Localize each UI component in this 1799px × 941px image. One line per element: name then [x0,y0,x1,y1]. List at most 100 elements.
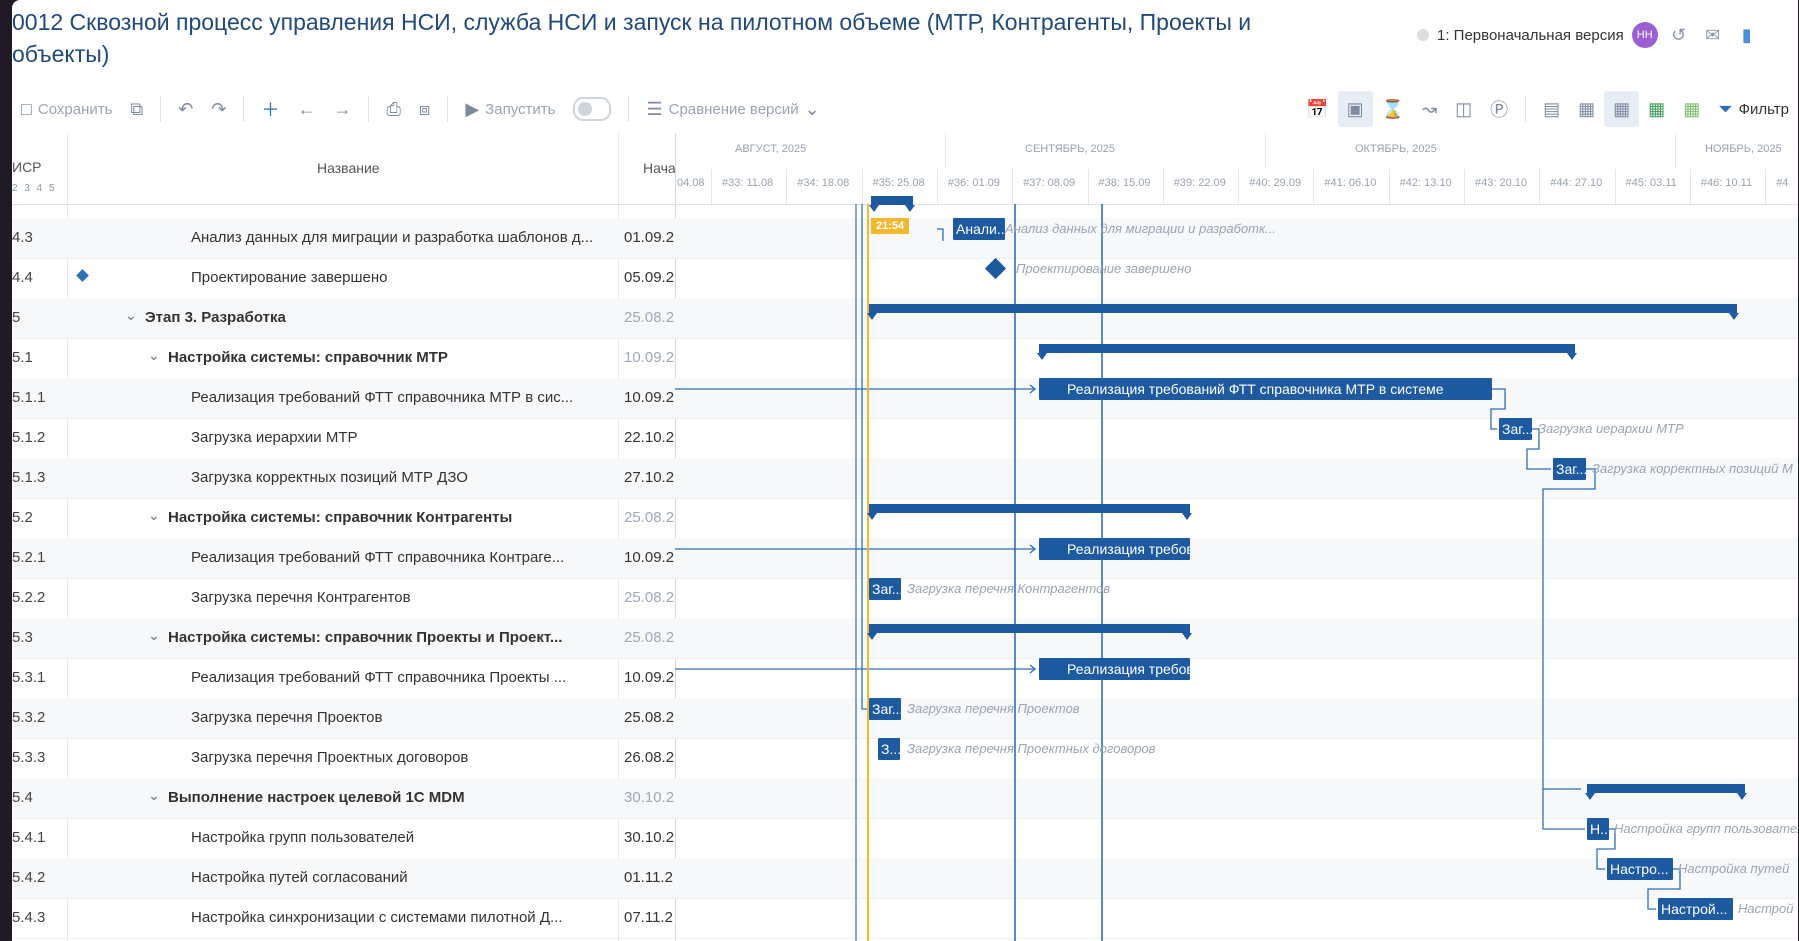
row-name[interactable]: Реализация требований ФТТ справочника МТ… [191,389,612,406]
row-start-date[interactable]: 05.09.2 [624,269,678,286]
row-start-date[interactable]: 10.09.2 [624,349,678,366]
task-bar[interactable]: Настрой... [1658,898,1733,920]
row-start-date[interactable]: 25.08.2 [624,589,678,606]
dependency-link[interactable] [937,228,944,241]
row-start-date[interactable]: 30.10.2 [624,789,678,806]
row-name[interactable]: Загрузка перечня Контрагентов [191,589,612,606]
grid-view-5-button[interactable]: ▦ [1674,91,1709,127]
row-start-date[interactable]: 22.10.2 [624,429,678,446]
indent-button[interactable]: → [324,91,360,127]
task-bar[interactable]: Заг... [869,578,901,600]
filter-button[interactable]: ⏷ Фильтр [1709,91,1798,127]
calendar-view-button[interactable]: 📅 [1297,91,1337,127]
row-name[interactable]: Настройка системы: справочник Проекты и … [168,629,612,646]
row-name[interactable]: Загрузка иерархии МТР [191,429,612,446]
run-toggle[interactable] [564,91,620,127]
summary-bar[interactable] [867,624,1192,640]
history-icon[interactable]: ↺ [1666,25,1692,46]
copy-button[interactable]: ⧉ [121,91,152,127]
avatar[interactable]: НН [1631,22,1658,48]
collapse-chevron-icon[interactable]: ⌄ [148,787,160,804]
play-icon: ▶ [465,98,480,119]
task-bar[interactable]: Заг... [1499,418,1532,440]
collapse-chevron-icon[interactable]: ⌄ [125,307,137,324]
row-name[interactable]: Выполнение настроек целевой 1С MDM [168,789,612,806]
task-bar[interactable]: Анали... [953,218,1005,240]
row-name[interactable]: Реализация требований ФТТ справочника Пр… [191,669,612,686]
save-button[interactable]: □ Сохранить [12,91,121,127]
task-side-label: Настройка групп пользовател [1614,821,1798,836]
redo-button[interactable]: ↷ [202,91,235,127]
row-name[interactable]: Реализация требований ФТТ справочника Ко… [191,549,612,566]
row-start-date[interactable]: 10.09.2 [624,669,678,686]
collapse-chevron-icon[interactable]: ⌄ [148,347,160,364]
row-start-date[interactable]: 30.10.2 [624,829,678,846]
task-bar[interactable]: Реализация требов... [1039,658,1190,680]
row-name[interactable]: Проектирование завершено [191,269,612,286]
task-bar[interactable]: З... [878,738,900,760]
row-start-date[interactable]: 01.09.2 [624,229,678,246]
row-start-date[interactable]: 10.09.2 [624,389,678,406]
row-start-date[interactable]: 07.11.2 [624,909,678,926]
row-name[interactable]: Настройка путей согласований [191,869,612,886]
print-button[interactable]: ⎙ [377,91,409,127]
collapse-chevron-icon[interactable]: ⌄ [148,507,160,524]
compare-versions-dropdown[interactable]: ☰ Сравнение версий ⌄ [637,91,828,127]
row-name[interactable]: Загрузка перечня Проектов [191,709,612,726]
row-name[interactable]: Этап 3. Разработка [145,309,612,326]
collapse-chevron-icon[interactable]: ⌄ [148,627,160,644]
current-time-badge: 21:54 [871,218,910,234]
outline-levels[interactable]: 2 3 4 5 [12,183,57,194]
row-start-date[interactable]: 25.08.2 [624,629,678,646]
column-header-name[interactable]: Название [317,160,380,176]
summary-bar[interactable] [867,504,1192,520]
summary-bar[interactable] [867,304,1739,320]
task-bar[interactable]: Н... [1587,818,1609,840]
task-bar[interactable]: Настро... [1607,858,1673,880]
week-divider [786,169,788,204]
row-start-date[interactable]: 27.10.2 [624,469,678,486]
row-start-date[interactable]: 26.08.2 [624,749,678,766]
summary-bar[interactable] [1037,344,1577,360]
grid-view-2-button[interactable]: ▦ [1569,91,1604,127]
grid-view-4-button[interactable]: ▦ [1639,91,1674,127]
dependency-link[interactable] [1542,468,1596,830]
today-view-button[interactable]: ▣ [1337,91,1373,127]
task-side-label: Загрузка перечня Проектов [907,701,1080,716]
row-start-date[interactable]: 10.09.2 [624,549,678,566]
row-start-date[interactable]: 25.08.2 [624,309,678,326]
timeline-week-label: 04.08 [677,177,705,189]
add-task-button[interactable]: ＋ [252,91,288,127]
row-name[interactable]: Загрузка перечня Проектных договоров [191,749,612,766]
grid-view-1-button[interactable]: ▤ [1534,91,1569,127]
critical-path-button[interactable]: ↝ [1413,91,1446,127]
outdent-button[interactable]: ← [288,91,324,127]
cost-button[interactable]: Ⓟ [1481,91,1517,127]
task-bar[interactable]: Заг... [1553,458,1586,480]
row-start-date[interactable]: 01.11.2 [624,869,678,886]
grid-view-3-button[interactable]: ▦ [1604,91,1640,127]
gift-icon[interactable]: ▮ [1734,25,1760,46]
task-bar[interactable]: Заг... [869,698,901,720]
task-bar[interactable]: Реализация требов... [1039,538,1190,560]
row-name[interactable]: Анализ данных для миграции и разработка … [191,229,612,246]
run-button[interactable]: ▶ Запустить [456,91,564,127]
hourglass-button[interactable]: ⌛ [1373,91,1413,127]
version-selector[interactable]: 1: Первоначальная версия [1437,27,1624,44]
task-side-label: Анализ данных для миграции и разработк..… [1005,221,1276,236]
undo-button[interactable]: ↶ [169,91,202,127]
row-start-date[interactable]: 25.08.2 [624,509,678,526]
task-bar[interactable]: Реализация требований ФТТ справочника МТ… [1039,378,1492,400]
export-button[interactable]: ⧈ [410,91,439,127]
baseline-button[interactable]: ◫ [1446,91,1481,127]
column-header-wbs[interactable]: ИСР [12,159,42,175]
row-name[interactable]: Настройка системы: справочник Контрагент… [168,509,612,526]
row-name[interactable]: Настройка системы: справочник МТР [168,349,612,366]
row-name[interactable]: Загрузка корректных позиций МТР ДЗО [191,469,612,486]
row-name[interactable]: Настройка групп пользователей [191,829,612,846]
column-header-start[interactable]: Нача [643,160,676,176]
summary-bar[interactable] [1585,784,1747,800]
row-start-date[interactable]: 25.08.2 [624,709,678,726]
row-name[interactable]: Настройка синхронизации с системами пило… [191,909,612,926]
mail-icon[interactable]: ✉ [1700,25,1726,46]
